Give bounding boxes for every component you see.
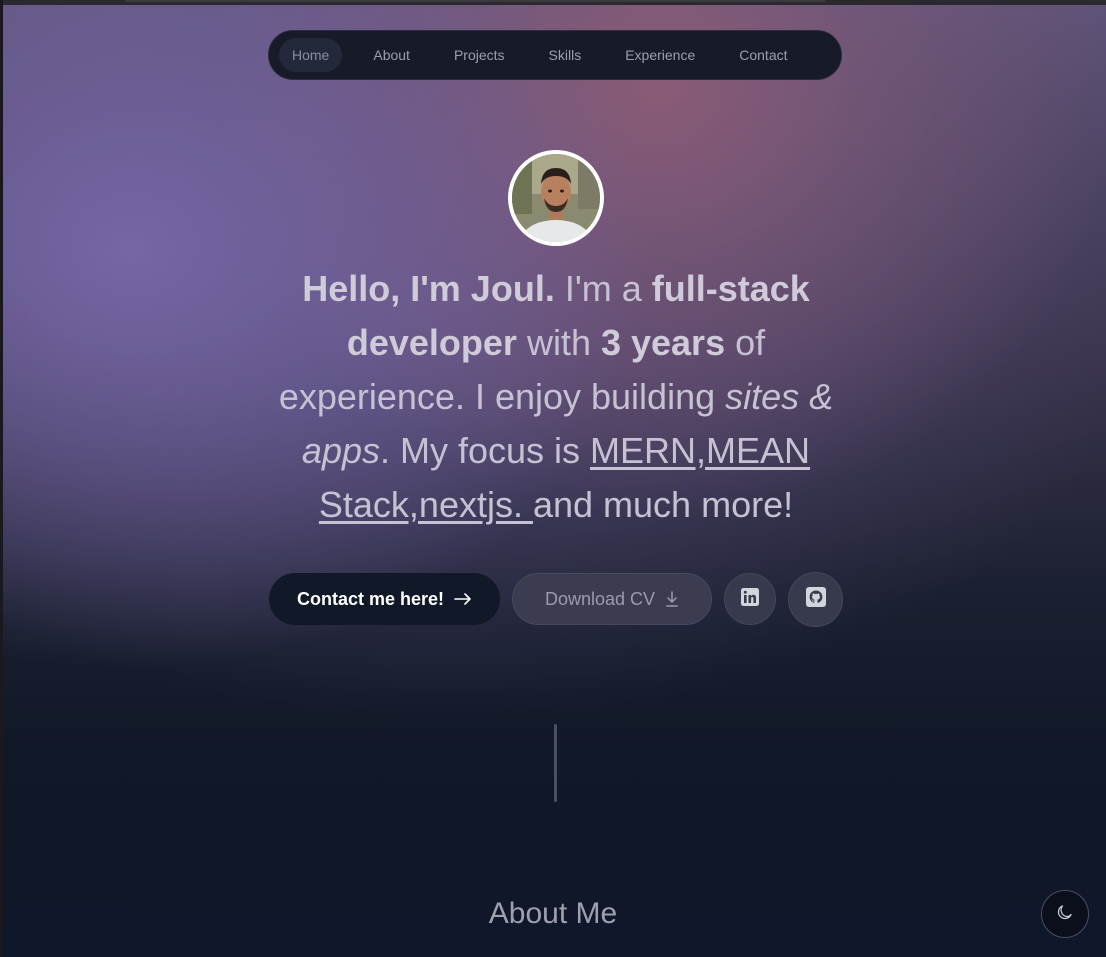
hero-text-segment: . My focus is bbox=[380, 430, 591, 471]
hero-text-segment: and much more! bbox=[532, 484, 794, 525]
nav-item-contact[interactable]: Contact bbox=[726, 38, 800, 72]
linkedin-button[interactable] bbox=[724, 573, 776, 625]
top-navigation: Home About Projects Skills Experience Co… bbox=[268, 30, 842, 80]
github-icon bbox=[805, 587, 826, 612]
nav-item-about[interactable]: About bbox=[360, 38, 423, 72]
moon-icon bbox=[1056, 903, 1074, 926]
hero-greeting: Hello, I'm Joul. bbox=[302, 268, 555, 309]
hero-text-segment: I'm a bbox=[554, 268, 652, 309]
scroll-indicator bbox=[554, 724, 557, 802]
nav-item-experience[interactable]: Experience bbox=[612, 38, 708, 72]
arrow-right-icon bbox=[454, 592, 472, 606]
hero-intro-text: Hello, I'm Joul. I'm a full-stack develo… bbox=[250, 262, 862, 532]
window-left-edge bbox=[0, 0, 3, 957]
nav-item-projects[interactable]: Projects bbox=[441, 38, 518, 72]
download-button-label: Download CV bbox=[544, 588, 656, 609]
theme-toggle-button[interactable] bbox=[1041, 890, 1089, 938]
contact-button-label: Contact me here! bbox=[296, 588, 445, 609]
about-me-heading: About Me bbox=[488, 897, 618, 930]
top-bar bbox=[125, 0, 825, 2]
github-button[interactable] bbox=[788, 572, 843, 627]
hero-years: 3 years bbox=[600, 322, 726, 363]
download-icon bbox=[665, 591, 679, 607]
nav-item-home[interactable]: Home bbox=[279, 38, 343, 72]
browser-top-edge bbox=[0, 0, 1106, 5]
download-cv-button[interactable]: Download CV bbox=[512, 573, 712, 625]
profile-avatar bbox=[508, 150, 604, 246]
nav-item-skills[interactable]: Skills bbox=[536, 38, 595, 72]
contact-me-button[interactable]: Contact me here! bbox=[269, 573, 500, 625]
profile-photo bbox=[512, 154, 600, 242]
hero-text-segment: with bbox=[516, 322, 601, 363]
linkedin-icon bbox=[741, 587, 759, 611]
